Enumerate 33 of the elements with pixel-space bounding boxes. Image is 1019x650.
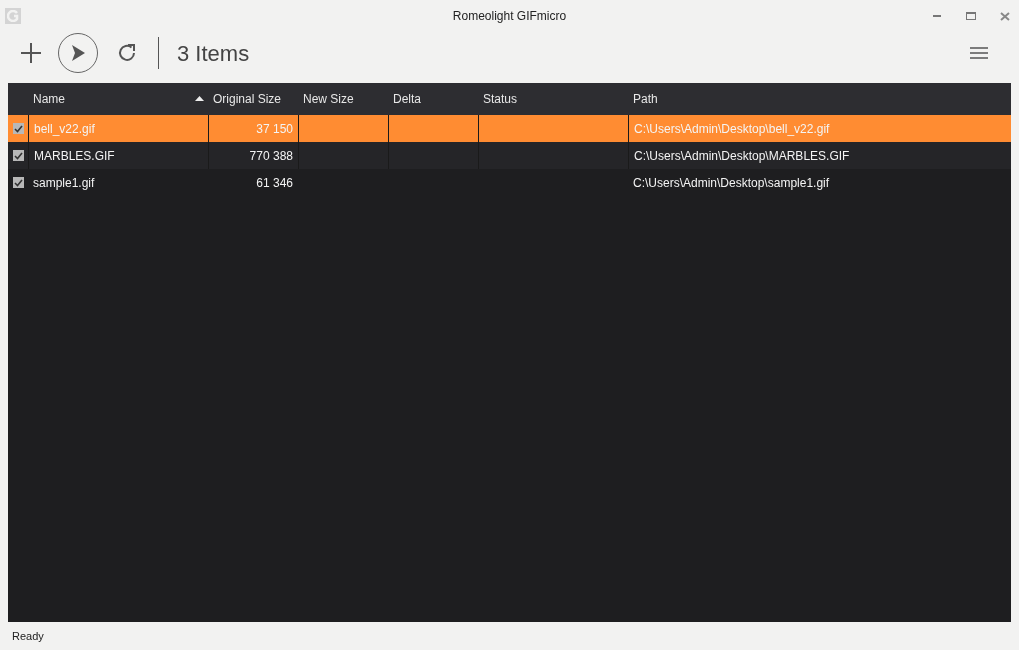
column-header[interactable]: Delta [388, 83, 478, 115]
row-checkbox[interactable] [12, 123, 24, 134]
table-cell-text: C:\Users\Admin\Desktop\bell_v22.gif [634, 120, 830, 138]
add-button[interactable] [18, 40, 44, 66]
window-title: Romeolight GIFmicro [452, 8, 567, 25]
status-text: Ready [12, 628, 44, 644]
column-header[interactable]: Name [28, 83, 208, 115]
table-cell-text: C:\Users\Admin\Desktop\MARBLES.GIF [634, 147, 850, 165]
table-cell-text: MARBLES.GIF [34, 147, 115, 165]
minimize-icon [933, 15, 941, 17]
column-header[interactable]: New Size [298, 83, 388, 115]
column-header[interactable]: Path [628, 83, 1011, 115]
table-cell-text: C:\Users\Admin\Desktop\sample1.gif [633, 174, 830, 192]
refresh-icon [116, 42, 138, 64]
menu-icon [970, 47, 988, 59]
column-header[interactable]: Status [478, 83, 628, 115]
table-cell-text: bell_v22.gif [34, 120, 95, 138]
check-icon [13, 124, 23, 133]
check-icon [13, 178, 23, 187]
table-cell-text: sample1.gif [33, 174, 95, 192]
column-header[interactable]: Original Size [208, 83, 298, 115]
row-checkbox[interactable] [12, 177, 24, 188]
close-icon [1000, 11, 1010, 21]
table-cell-text: 37 150 [256, 120, 293, 138]
row-checkbox[interactable] [12, 150, 24, 161]
table-cell-text: 770 388 [249, 147, 293, 165]
maximize-icon [966, 12, 976, 20]
item-count: 3 Items [177, 39, 250, 68]
table-cell-text: 61 346 [256, 174, 293, 192]
plus-icon [20, 42, 42, 64]
table-row[interactable]: MARBLES.GIF 770 388 C:\Users\Admin\Desktop\MARBLES.GIF [8, 142, 1011, 169]
play-icon [70, 44, 86, 62]
check-icon [13, 151, 23, 160]
